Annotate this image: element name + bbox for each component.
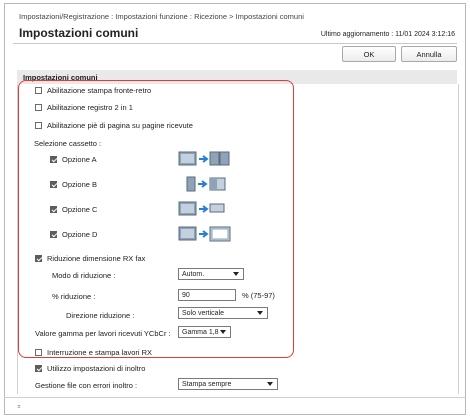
reduce-c-icon [178, 201, 225, 216]
reduce-a-icon [178, 151, 230, 166]
chevron-down-icon [267, 382, 273, 386]
drawer-b-checkbox[interactable] [50, 181, 57, 188]
reduction-mode-select[interactable]: Autom. [178, 268, 244, 280]
reduce-b-icon [186, 176, 226, 192]
drawer-b-label: Opzione B [62, 180, 98, 189]
drawer-option-c[interactable]: Opzione C [50, 205, 97, 214]
drawer-option-d[interactable]: Opzione D [50, 230, 97, 239]
chevron-down-icon [220, 330, 226, 334]
drawer-option-b[interactable]: Opzione B [50, 180, 97, 189]
scroll-top-icon[interactable]: ⌅ [16, 402, 22, 410]
footer-label: Abilitazione piè di pagina su pagine ric… [47, 121, 193, 130]
gamma-value: Gamma 1,8 [182, 328, 219, 336]
drawer-selection-label: Selezione cassetto : [34, 139, 102, 148]
reduction-percent-range: % (75-97) [242, 291, 275, 300]
reduce-d-icon [178, 226, 231, 242]
log-2in1-checkbox[interactable] [35, 104, 42, 111]
cancel-button[interactable]: Annulla [401, 46, 457, 62]
drawer-a-label: Opzione A [62, 155, 97, 164]
footer-divider [4, 397, 466, 398]
reduction-label: Riduzione dimensione RX fax [47, 254, 146, 263]
reduction-checkbox[interactable] [35, 255, 42, 262]
drawer-option-a[interactable]: Opzione A [50, 155, 97, 164]
reduction-direction-value: Solo verticale [182, 309, 225, 317]
drawer-d-label: Opzione D [62, 230, 98, 239]
chevron-down-icon [233, 272, 239, 276]
drawer-c-label: Opzione C [62, 205, 98, 214]
drawer-d-checkbox[interactable] [50, 231, 57, 238]
drawer-a-checkbox[interactable] [50, 156, 57, 163]
duplex-label: Abilitazione stampa fronte-retro [47, 86, 152, 95]
page-title: Impostazioni comuni [19, 26, 139, 40]
breadcrumb[interactable]: Impostazioni/Registrazione : Impostazion… [19, 12, 304, 21]
log-2in1-option[interactable]: Abilitazione registro 2 in 1 [35, 103, 133, 112]
forward-checkbox[interactable] [35, 365, 42, 372]
interrupt-label: Interruzione e stampa lavori RX [47, 348, 153, 357]
reduction-mode-label: Modo di riduzione : [52, 271, 116, 280]
gamma-select[interactable]: Gamma 1,8 [178, 326, 231, 338]
forward-option[interactable]: Utilizzo impostazioni di inoltro [35, 364, 145, 373]
title-divider [13, 43, 457, 44]
interrupt-checkbox[interactable] [35, 349, 42, 356]
drawer-c-checkbox[interactable] [50, 206, 57, 213]
error-files-value: Stampa sempre [182, 380, 232, 388]
reduction-mode-value: Autom. [182, 270, 205, 278]
error-files-label: Gestione file con errori inoltro : [35, 381, 138, 390]
reduction-percent-input[interactable]: 90 [178, 289, 236, 301]
reduction-percent-label: % riduzione : [52, 292, 96, 301]
gamma-label: Valore gamma per lavori ricevuti YCbCr : [35, 329, 171, 338]
forward-label: Utilizzo impostazioni di inoltro [47, 364, 146, 373]
interrupt-option[interactable]: Interruzione e stampa lavori RX [35, 348, 152, 357]
log-2in1-label: Abilitazione registro 2 in 1 [47, 103, 133, 112]
duplex-checkbox[interactable] [35, 87, 42, 94]
error-files-select[interactable]: Stampa sempre [178, 378, 278, 390]
reduction-direction-label: Direzione riduzione : [66, 311, 135, 320]
ok-button[interactable]: OK [342, 46, 396, 62]
reduction-option[interactable]: Riduzione dimensione RX fax [35, 254, 145, 263]
reduction-direction-select[interactable]: Solo verticale [178, 307, 268, 319]
chevron-down-icon [257, 311, 263, 315]
last-update-text: Ultimo aggiornamento : 11/01 2024 3:12:1… [320, 31, 455, 38]
footer-option[interactable]: Abilitazione piè di pagina su pagine ric… [35, 121, 193, 130]
duplex-option[interactable]: Abilitazione stampa fronte-retro [35, 86, 151, 95]
footer-checkbox[interactable] [35, 122, 42, 129]
